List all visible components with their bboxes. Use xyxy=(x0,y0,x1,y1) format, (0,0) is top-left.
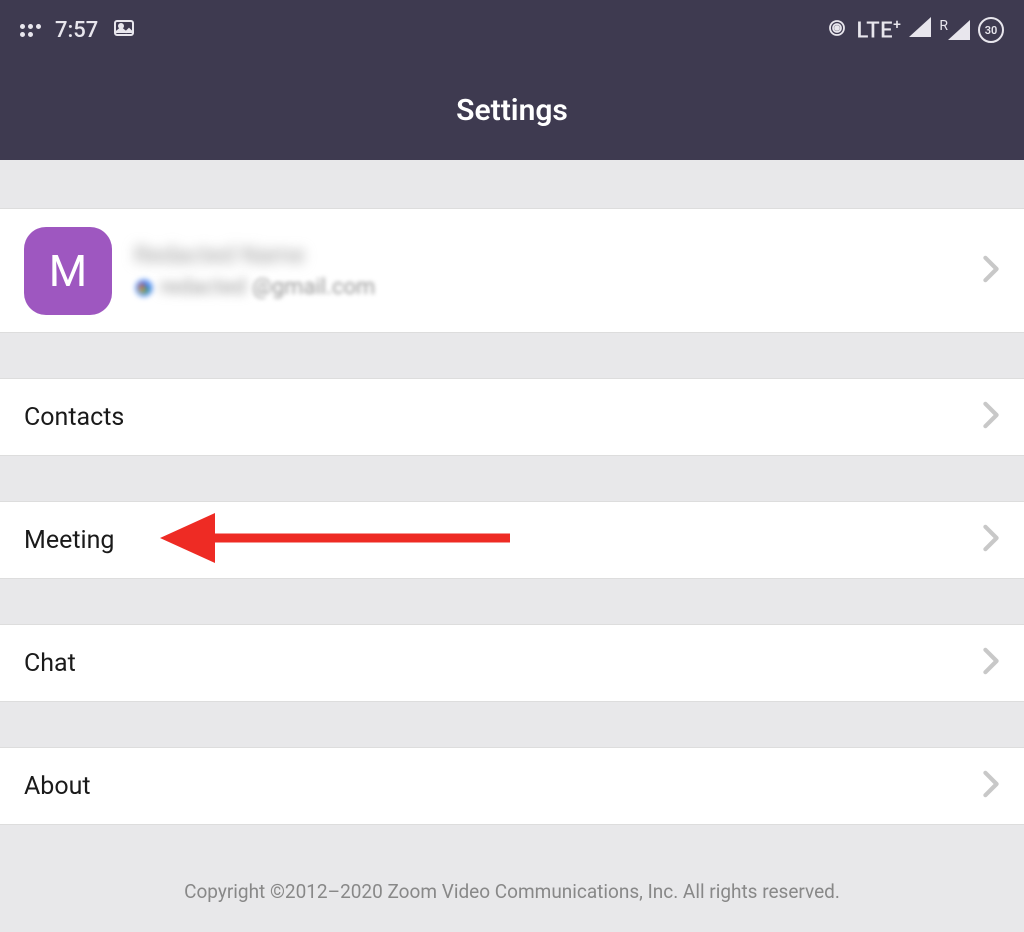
menu-item-chat[interactable]: Chat xyxy=(0,624,1024,702)
status-right: LTE+ R 30 xyxy=(825,16,1004,44)
lte-indicator: LTE+ xyxy=(857,17,902,43)
page-title: Settings xyxy=(456,93,568,128)
title-bar: Settings xyxy=(0,60,1024,160)
picture-icon xyxy=(112,16,136,44)
profile-email-user: redacted xyxy=(160,275,246,300)
menu-item-meeting[interactable]: Meeting xyxy=(0,501,1024,579)
menu-item-about[interactable]: About xyxy=(0,747,1024,825)
signal-icon-1 xyxy=(909,17,931,43)
chevron-right-icon xyxy=(982,524,1000,556)
google-icon xyxy=(134,278,154,298)
hotspot-icon xyxy=(825,16,849,44)
chevron-right-icon xyxy=(982,255,1000,287)
profile-name: Redacted Name xyxy=(134,241,982,269)
status-bar: 7:57 LTE+ R xyxy=(0,0,1024,60)
profile-info: Redacted Name redacted @gmail.com xyxy=(134,241,982,300)
menu-item-contacts[interactable]: Contacts xyxy=(0,378,1024,456)
profile-email-domain: @gmail.com xyxy=(252,275,375,300)
menu-label: Chat xyxy=(24,649,982,678)
menu-label: About xyxy=(24,772,982,801)
blackberry-icon xyxy=(20,24,41,37)
profile-row[interactable]: M Redacted Name redacted @gmail.com xyxy=(0,208,1024,333)
copyright-text: Copyright ©2012–2020 Zoom Video Communic… xyxy=(0,880,1024,903)
chevron-right-icon xyxy=(982,647,1000,679)
avatar: M xyxy=(24,227,112,315)
menu-label: Contacts xyxy=(24,403,982,432)
footer: Copyright ©2012–2020 Zoom Video Communic… xyxy=(0,825,1024,903)
status-time: 7:57 xyxy=(55,18,98,43)
chevron-right-icon xyxy=(982,401,1000,433)
chevron-right-icon xyxy=(982,770,1000,802)
content-area: M Redacted Name redacted @gmail.com xyxy=(0,160,1024,903)
status-left: 7:57 xyxy=(20,16,136,44)
battery-icon: 30 xyxy=(978,17,1004,43)
menu-label: Meeting xyxy=(24,526,982,555)
roaming-indicator: R xyxy=(939,20,970,40)
